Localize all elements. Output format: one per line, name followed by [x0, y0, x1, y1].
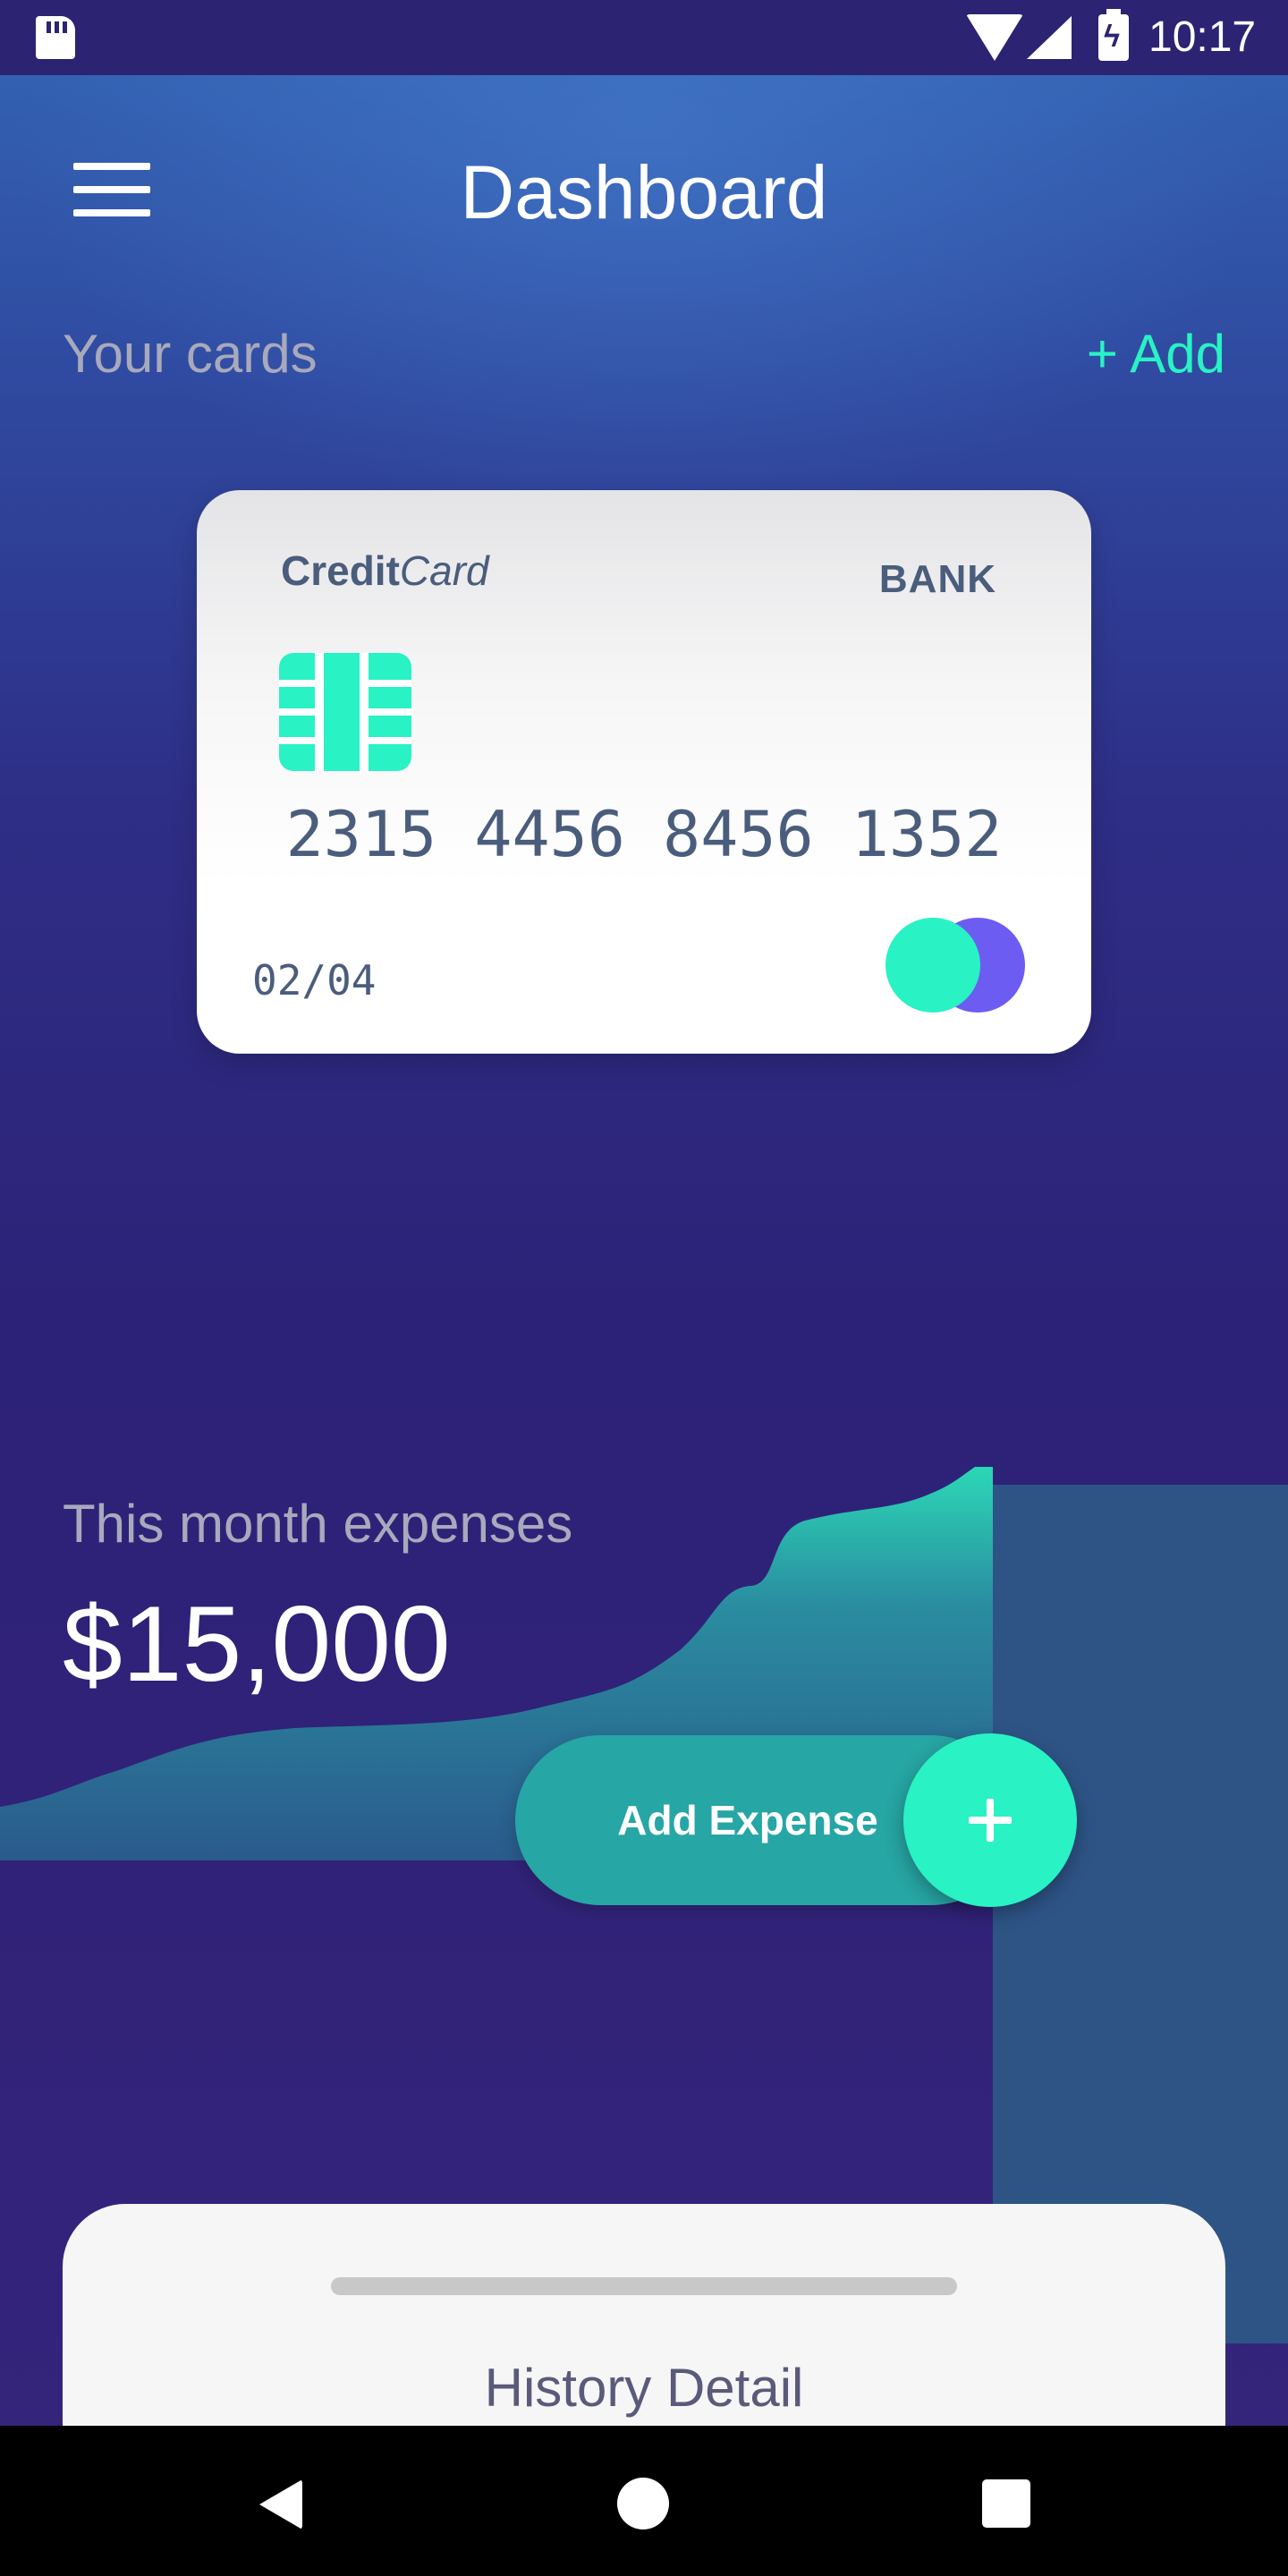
page-title: Dashboard	[460, 150, 828, 234]
card-brand-italic: Card	[399, 547, 489, 594]
navigation-bar	[0, 2426, 1288, 2576]
home-icon[interactable]	[617, 2478, 669, 2529]
credit-card[interactable]: CreditCard BANK 2315 4456 8456 1352 02/0…	[197, 490, 1091, 1054]
sd-card-icon	[36, 16, 75, 59]
card-bank-name: BANK	[878, 557, 996, 601]
wifi-icon	[966, 14, 1023, 61]
status-time: 10:17	[1148, 13, 1257, 61]
card-number: 2315 4456 8456 1352	[285, 798, 1003, 871]
history-title: History Detail	[484, 2358, 804, 2418]
expenses-amount: $15,000	[63, 1584, 451, 1704]
back-icon[interactable]	[259, 2479, 302, 2529]
your-cards-label: Your cards	[63, 324, 318, 384]
status-bar: ϟ 10:17	[0, 0, 1288, 75]
card-brand-bold: Credit	[281, 547, 400, 594]
battery-charging-icon: ϟ	[1098, 9, 1129, 61]
recents-icon[interactable]	[982, 2479, 1030, 2528]
card-expiry: 02/04	[252, 956, 377, 1004]
screen: ϟ 10:17 Dashboard Your cards + Add Credi…	[0, 0, 1288, 2576]
add-card-button[interactable]: + Add	[1087, 322, 1225, 386]
card-network-logo-teal	[886, 918, 980, 1013]
expenses-label: This month expenses	[63, 1494, 573, 1554]
card-brand: CreditCard	[281, 544, 489, 597]
add-expense-plus-button[interactable]	[903, 1733, 1077, 1907]
signal-icon	[1027, 16, 1072, 59]
chip-icon	[279, 653, 411, 771]
sheet-drag-handle[interactable]	[331, 2277, 957, 2295]
